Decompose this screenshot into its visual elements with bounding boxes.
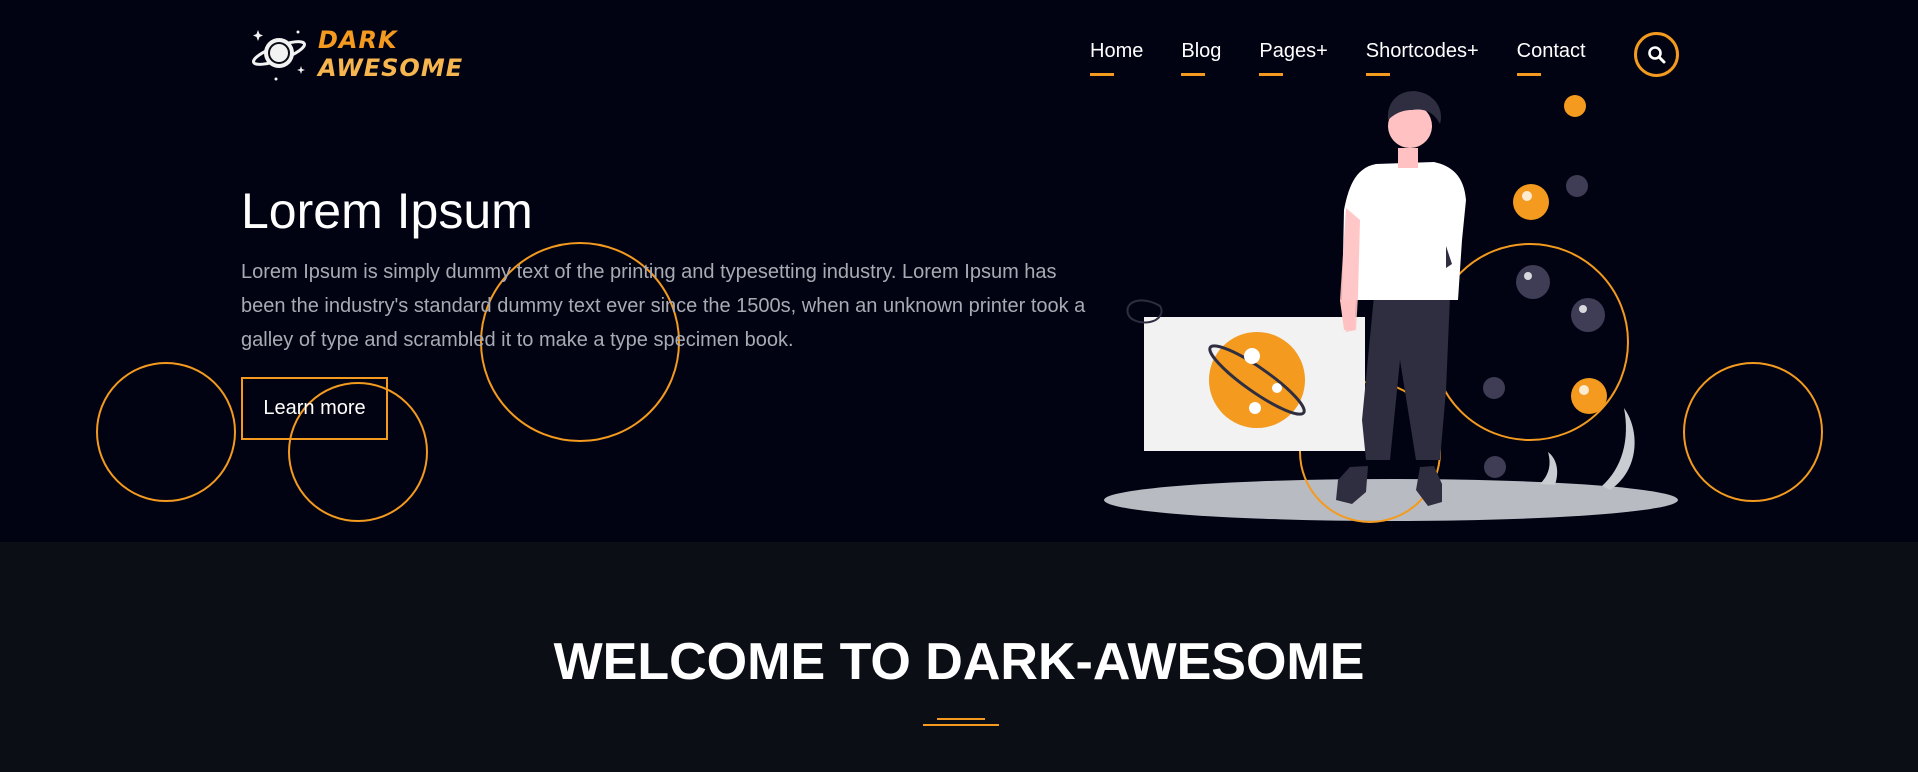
hero-title: Lorem Ipsum <box>241 183 533 239</box>
underline-long <box>923 724 999 726</box>
hero-description: Lorem Ipsum is simply dummy text of the … <box>241 261 1086 351</box>
nav-pages[interactable]: Pages+ <box>1259 40 1328 76</box>
planet-logo-icon <box>252 30 306 81</box>
decor-circle <box>1683 362 1823 502</box>
title-underline <box>923 718 999 726</box>
nav-shortcodes[interactable]: Shortcodes+ <box>1365 40 1479 76</box>
decor-circle <box>96 362 236 502</box>
welcome-title: WELCOME TO DARK-AWESOME <box>553 633 1365 691</box>
logo-text: DARK AWESOME <box>318 26 463 82</box>
search-button[interactable] <box>1634 32 1679 77</box>
nav-contact[interactable]: Contact <box>1516 40 1586 76</box>
underline-short <box>937 718 985 720</box>
nav-blog[interactable]: Blog <box>1181 40 1221 76</box>
hero-section: DARK AWESOME Home Blog Pages+ Shortcodes… <box>0 0 1918 542</box>
site-logo[interactable]: DARK AWESOME <box>246 22 476 86</box>
logo-line1: DARK <box>318 26 398 54</box>
nav-home[interactable]: Home <box>1090 40 1143 76</box>
search-icon <box>1647 45 1665 63</box>
hero-illustration <box>1104 91 1678 523</box>
main-nav: Home Blog Pages+ Shortcodes+ Contact <box>1090 40 1624 76</box>
logo-line2: AWESOME <box>318 54 464 82</box>
learn-more-button[interactable]: Learn more <box>241 377 388 440</box>
